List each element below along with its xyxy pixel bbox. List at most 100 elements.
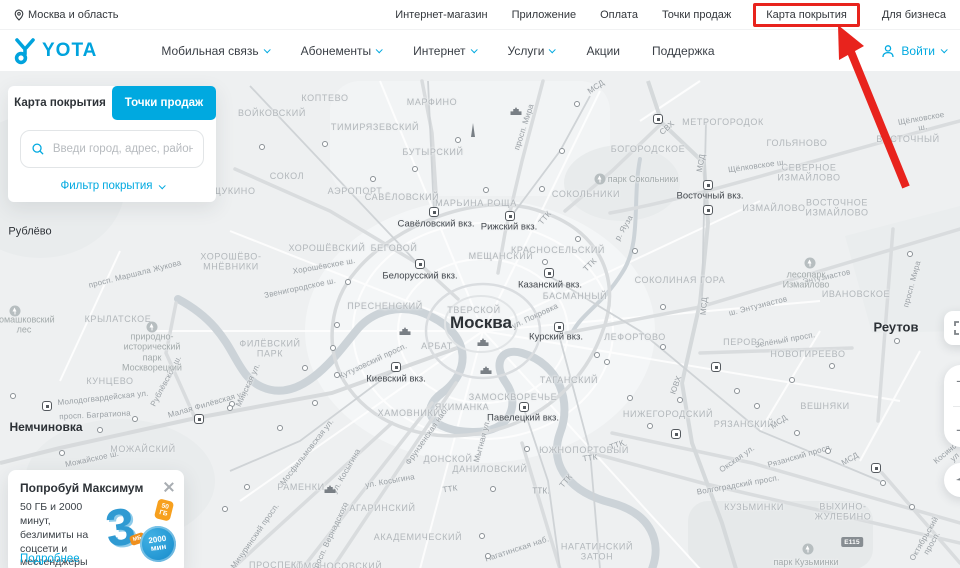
map-road-node: [132, 416, 138, 422]
railway-station-icon: [711, 362, 721, 372]
nav-item[interactable]: Акции: [586, 44, 620, 58]
top-utility-bar: Москва и область Интернет-магазин Приложе…: [0, 0, 960, 30]
map-road-node: [334, 372, 340, 378]
map-street-label: МСД: [699, 297, 710, 316]
map-district-label: ВЫХИНО- ЖУЛЕБИНО: [815, 502, 872, 523]
close-icon[interactable]: [162, 481, 174, 493]
topbar-link[interactable]: Оплата: [600, 9, 638, 21]
map-road-node: [647, 423, 653, 429]
nav-item[interactable]: Услуги: [508, 44, 555, 58]
map-road-node: [825, 448, 831, 454]
topbar-link[interactable]: Для бизнеса: [882, 9, 946, 21]
map-street-label: Окская ул.: [718, 444, 757, 475]
map-street-label: Звенигородское ш.: [263, 276, 336, 300]
zoom-in-button[interactable]: +: [956, 373, 960, 390]
map-street-label: ш. Энтузиастов: [791, 267, 851, 288]
map-district-label: СОКОЛЬНИКИ: [552, 189, 620, 199]
map-street-label: Малая Филёвская ул.: [167, 388, 249, 420]
map-street-label: Щёлковское ш.: [897, 110, 946, 136]
map-road-node: [485, 553, 491, 559]
map-district-label: МОЖАЙСКИЙ: [110, 444, 175, 454]
nav-item[interactable]: Интернет: [413, 44, 475, 58]
map-street-label: Кутузовский просп.: [338, 341, 409, 381]
nav-item[interactable]: Абонементы: [301, 44, 382, 58]
map-district-label: ЛОМОНОСОВСКИЙ: [290, 561, 383, 568]
chevron-down-icon: [549, 46, 556, 53]
search-input[interactable]: [53, 143, 193, 155]
map-district-label: РЯЗАНСКИЙ: [714, 419, 775, 429]
map-street-label: ТТК: [608, 438, 625, 452]
topbar-link[interactable]: Карта покрытия: [753, 3, 860, 27]
map-district-label: ДАНИЛОВСКИЙ: [452, 464, 527, 474]
tab-coverage-map[interactable]: Карта покрытия: [8, 86, 112, 120]
map-district-label: КУНЦЕВО: [86, 376, 133, 386]
region-selector[interactable]: Москва и область: [14, 9, 119, 21]
map-district-label: ХАМОВНИКИ: [378, 408, 441, 418]
map-street-label: Нагатинская наб.: [484, 534, 550, 563]
map-road-node: [59, 450, 65, 456]
map-road-node: [412, 166, 418, 172]
map-road-node: [734, 388, 740, 394]
map-street-label: МСД: [840, 450, 860, 467]
map-road-node: [455, 137, 461, 143]
yota-logo[interactable]: YOTA: [14, 37, 97, 65]
map-district-label: ЮЖНОПОРТОВЫЙ: [539, 445, 629, 455]
map-district-label: САВЁЛОВСКИЙ: [365, 192, 440, 202]
map-street-label: Молодогвардейская ул.: [57, 389, 149, 408]
map-district-label: ТИМИРЯЗЕВСКИЙ: [331, 122, 419, 132]
login-button[interactable]: Войти: [881, 44, 946, 58]
promo-badge-minutes: 2000 мин: [138, 524, 179, 565]
promo-details-link[interactable]: Подробнее: [20, 553, 80, 565]
map-street-label: Мытная ул.: [472, 419, 492, 464]
zoom-control: + −: [944, 365, 960, 447]
railway-station-icon: [671, 429, 681, 439]
tab-sales-points[interactable]: Точки продаж: [112, 86, 216, 120]
railway-station-icon: [429, 207, 439, 217]
map-road-node: [370, 176, 376, 182]
railway-station-icon: [415, 259, 425, 269]
chevron-down-icon: [941, 46, 948, 53]
map-district-label: ИЗМАЙЛОВО: [742, 203, 805, 213]
map-street-label: Волгоградский просп.: [696, 473, 780, 497]
road-number-badge: E115: [841, 537, 863, 547]
map-district-label: МАРФИНО: [407, 97, 458, 107]
nav-item[interactable]: Поддержка: [652, 44, 715, 58]
map-district-label: ПРОСПЕКТ: [249, 560, 303, 568]
promo-illustration: 3 50 ГБ МБ 2000 мин: [106, 502, 178, 564]
login-label: Войти: [901, 44, 935, 58]
map-road-node: [302, 365, 308, 371]
topbar-link[interactable]: Приложение: [512, 9, 577, 21]
map-street-label: Мичуринский просп.: [229, 501, 281, 568]
topbar-link[interactable]: Точки продаж: [662, 9, 731, 21]
map-district-label: КРАСНОСЕЛЬСКИЙ: [511, 245, 605, 255]
topbar-link[interactable]: Интернет-магазин: [395, 9, 487, 21]
map-street-label: ТТК: [537, 209, 554, 226]
coverage-filter-toggle[interactable]: Фильтр покрытия: [8, 180, 216, 192]
nav-item[interactable]: Мобильная связь: [161, 44, 268, 58]
map-street-label: Октябрьский просп.: [908, 515, 949, 567]
map-district-label: ХОРОШЁВСКИЙ: [288, 243, 365, 253]
map-street-label: ТТК: [581, 256, 598, 273]
map-district-label: ПЕРОВО: [723, 337, 765, 347]
map-street-label: МСД: [586, 78, 606, 96]
region-label: Москва и область: [28, 9, 119, 21]
zoom-out-button[interactable]: −: [956, 422, 960, 439]
map-station-label: Павелецкий вкз.: [487, 414, 559, 425]
map-district-label: БАСМАННЫЙ: [543, 291, 608, 301]
map-road-node: [627, 395, 633, 401]
map-street-label: ул. Косыгина: [365, 472, 416, 490]
map-district-label: МЕЩАНСКИЙ: [469, 251, 534, 261]
map-road-node: [677, 397, 683, 403]
map-district-label: ДОНСКОЙ: [423, 454, 472, 464]
map-city-label: Немчиновка: [9, 421, 82, 435]
map-park-label: парк Сокольники: [608, 174, 679, 184]
map-station-label: Белорусский вкз.: [382, 272, 457, 283]
map-street-label: Рязанский просп.: [767, 442, 834, 469]
user-icon: [881, 44, 895, 58]
railway-station-icon: [505, 211, 515, 221]
zoom-divider: [953, 406, 960, 407]
map-district-label: ЯКИМАНКА: [435, 402, 490, 412]
fullscreen-button[interactable]: [944, 311, 960, 345]
tower-landmark-icon: [471, 123, 475, 137]
map-station-label: Савёловский вкз.: [398, 220, 475, 231]
